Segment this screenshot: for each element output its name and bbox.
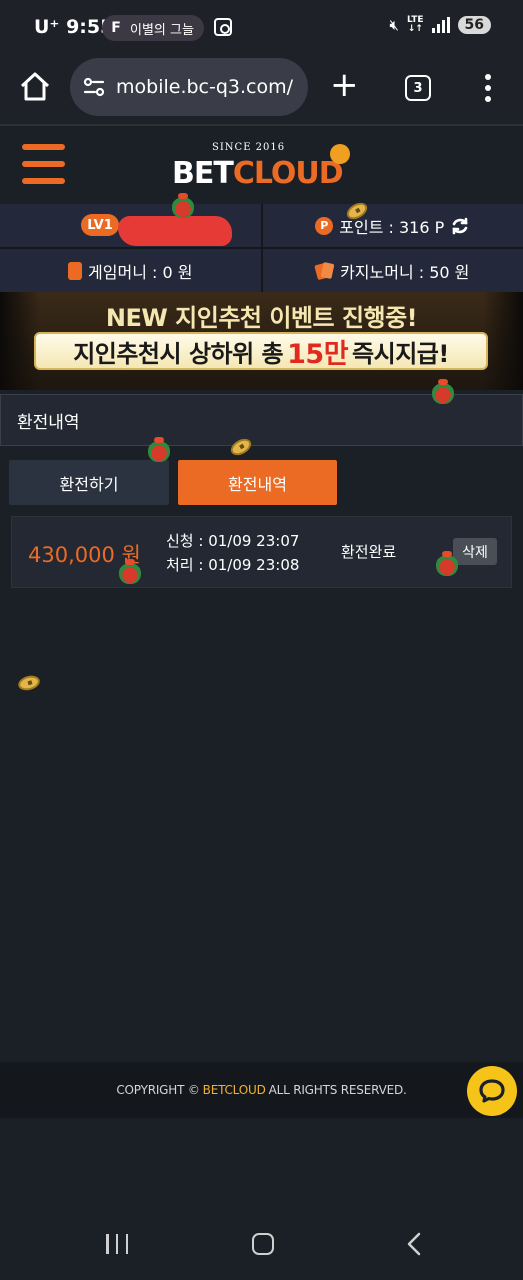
mute-icon: 🔇︎ [389, 16, 399, 34]
banner-subline-prefix: 지인추천시 상하위 총 [73, 339, 284, 368]
status-notification-pill: F 이별의 그늘 [102, 15, 204, 41]
logo-bet: BET [172, 156, 234, 191]
home-icon[interactable] [18, 70, 52, 104]
banner-subline-suffix: 즉시지급! [352, 339, 449, 368]
browser-toolbar: mobile.bc-q3.com/ + 3 [0, 56, 523, 126]
refresh-icon[interactable] [450, 216, 470, 236]
logo-sun-icon [330, 144, 350, 164]
hamburger-menu-icon[interactable] [22, 144, 65, 184]
footer: COPYRIGHT © BETCLOUD ALL RIGHTS RESERVED… [0, 1062, 523, 1118]
playing-cards-icon [316, 262, 334, 280]
tab-exchange-history[interactable]: 환전내역 [178, 460, 337, 505]
app-notification-icon: F [111, 20, 121, 36]
logo-since: SINCE 2016 [212, 142, 286, 153]
lte-arrows: ↓↑ [407, 24, 423, 34]
casino-money-cell: 카지노머니 : 50 원 [262, 249, 523, 292]
status-indicators: 🔇︎ LTE ↓↑ 56 [390, 16, 491, 34]
casino-money-label: 카지노머니 : 50 원 [340, 262, 470, 282]
lucky-bag-icon [119, 559, 141, 584]
event-banner[interactable]: NEW 지인추천 이벤트 진행중! 지인추천시 상하위 총 15만 즉시지급! [0, 292, 523, 390]
banner-headline: NEW 지인추천 이벤트 진행중! [105, 304, 418, 332]
more-vert-icon[interactable] [484, 74, 492, 102]
site-header: SINCE 2016 BETCLOUD [0, 128, 523, 204]
record-status: 환전완료 [341, 543, 397, 561]
record-requested-time: 신청 : 01/09 23:07 [166, 532, 300, 550]
lucky-bag-icon [148, 437, 170, 462]
screenshot-icon [214, 18, 232, 36]
address-bar[interactable]: mobile.bc-q3.com/ [70, 58, 308, 116]
lucky-bag-icon [436, 551, 458, 576]
point-coin-icon: P [315, 216, 334, 235]
footer-suffix: ALL RIGHTS RESERVED. [268, 1083, 407, 1097]
site-settings-icon[interactable] [82, 75, 106, 99]
footer-brand: BETCLOUD [202, 1083, 266, 1097]
level-badge: LV1 [81, 214, 119, 236]
logo-wordmark: BETCLOUD [172, 156, 344, 191]
lte-icon: LTE ↓↑ [407, 16, 424, 34]
delete-button[interactable]: 삭제 [453, 538, 497, 565]
lucky-bag-icon [172, 193, 194, 218]
record-processed-time: 처리 : 01/09 23:08 [166, 556, 300, 574]
tab-exchange[interactable]: 환전하기 [9, 460, 169, 505]
record-dates: 신청 : 01/09 23:07 처리 : 01/09 23:08 [166, 529, 299, 577]
footer-prefix: COPYRIGHT © [116, 1083, 200, 1097]
logo-cloud: CLOUD [232, 156, 344, 191]
user-info-panel: P 포인트 : 316 P 게임머니 : 0 원 카지노머니 : 50 원 [0, 204, 523, 292]
tab-switcher-icon[interactable]: 3 [405, 75, 431, 101]
game-money-cell: 게임머니 : 0 원 [0, 249, 261, 292]
redacted-username [118, 216, 232, 246]
site-logo[interactable]: SINCE 2016 BETCLOUD [172, 140, 352, 196]
points-cell: P 포인트 : 316 P [262, 204, 523, 247]
coin-icon [16, 673, 42, 693]
system-nav-bar [0, 1200, 523, 1280]
lucky-bag-icon [432, 379, 454, 404]
signal-icon [431, 17, 450, 33]
chat-bubble-icon[interactable] [467, 1066, 517, 1116]
nav-home-icon[interactable] [252, 1233, 274, 1255]
status-bar: U⁺ 9:55 F 이별의 그늘 🔇︎ LTE ↓↑ 56 [0, 0, 523, 56]
status-notification-text: 이별의 그늘 [130, 22, 194, 38]
game-money-label: 게임머니 : 0 원 [88, 262, 193, 282]
recent-apps-icon[interactable] [106, 1234, 128, 1254]
back-icon[interactable] [404, 1232, 426, 1256]
url-text: mobile.bc-q3.com/ [116, 76, 294, 98]
battery-icon: 56 [457, 16, 491, 34]
plus-icon[interactable]: + [330, 68, 359, 102]
banner-subline-highlight: 15만 [287, 338, 349, 370]
table-row: 430,000 원 신청 : 01/09 23:07 처리 : 01/09 23… [11, 516, 512, 588]
banner-subline: 지인추천시 상하위 총 15만 즉시지급! [34, 332, 488, 370]
wallet-icon [68, 261, 83, 280]
